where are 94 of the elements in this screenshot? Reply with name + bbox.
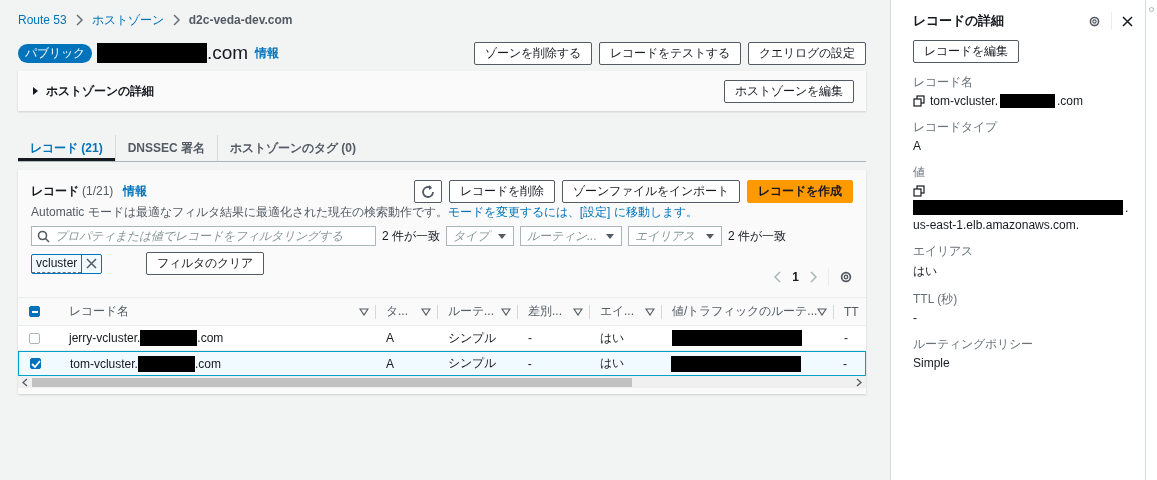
table-cell: - (527, 356, 532, 371)
description-text: Automatic モードは最適なフィルタ結果に最適化された現在の検索動作です。 (31, 205, 448, 219)
table-cell: はい (600, 329, 624, 347)
column-header[interactable]: 値/トラフィックのルーテ... (672, 303, 818, 320)
record-name: jerry-vcluster. (69, 331, 141, 345)
close-icon (1122, 15, 1133, 27)
field-value: tom-vcluster. (930, 94, 998, 108)
table-cell: - (528, 331, 532, 345)
record-name: .com (197, 331, 224, 345)
select-all-checkbox[interactable] (29, 306, 40, 317)
settings-icon (839, 270, 853, 284)
chevron-right-icon (856, 377, 862, 387)
caret-down-icon (605, 232, 615, 240)
match-count: 2 件が一致 (382, 227, 440, 245)
field-value: はい (913, 263, 937, 280)
table-row[interactable]: jerry-vcluster. .com A シンプル - はい - (18, 326, 866, 351)
refresh-icon (421, 184, 435, 199)
column-header[interactable]: エイ... (600, 303, 645, 320)
records-title: レコード (31, 183, 79, 200)
chevron-right-icon (809, 271, 818, 283)
field-label: TTL (秒) (913, 291, 959, 308)
action-button[interactable]: レコードをテストする (599, 41, 741, 65)
create-record-button[interactable]: レコードを作成 (747, 180, 853, 203)
row-checkbox[interactable] (29, 332, 40, 344)
column-header[interactable]: タ... (386, 303, 421, 320)
tab[interactable]: DNSSEC 署名 (115, 135, 219, 161)
field-label: ルーティングポリシー (913, 336, 1034, 353)
section-title[interactable]: ホストゾーンの詳細 (46, 82, 154, 100)
chevron-left-icon (773, 271, 783, 283)
sort-caret-icon (421, 307, 431, 316)
settings-link[interactable]: モードを変更するには、[設定] に移動します。 (447, 205, 698, 219)
search-field[interactable]: プロパティまたは値でレコードをフィルタリングする (31, 226, 376, 246)
chevron-right-icon (74, 14, 84, 26)
record-count: (1/21) (82, 184, 114, 198)
column-header[interactable]: レコード名 (69, 303, 359, 320)
column-header[interactable]: TT (844, 304, 861, 319)
record-name: tom-vcluster. (69, 356, 138, 371)
table-cell: A (386, 356, 395, 371)
field-label: 値 (913, 164, 926, 181)
field-label: レコード名 (913, 74, 974, 91)
search-icon (37, 229, 50, 243)
chevron-right-icon (171, 14, 181, 26)
action-button[interactable]: ゾーンファイルをインポート (562, 180, 740, 203)
field-value: . (1125, 200, 1129, 215)
page-number[interactable]: 1 (792, 270, 799, 284)
field-value: us-east-1.elb.amazonaws.com. (913, 218, 1081, 232)
table-cell: A (386, 331, 394, 345)
sort-caret-icon (573, 307, 583, 316)
close-icon (86, 258, 98, 269)
field-label: エイリアス (913, 243, 974, 260)
caret-down-icon (497, 232, 507, 240)
action-button[interactable]: ゾーンを削除する (474, 41, 592, 65)
zone-name: .com (207, 42, 249, 64)
field-value: .com (1057, 94, 1084, 108)
match-count: 2 件が一致 (728, 227, 787, 245)
refresh-button[interactable] (414, 180, 442, 203)
table-cell: - (844, 331, 848, 345)
copy-icon (913, 95, 925, 107)
record-name: .com (194, 356, 221, 371)
chevron-left-icon (22, 377, 28, 387)
field-value: Simple (913, 356, 950, 370)
breadcrumb-link[interactable]: Route 53 (18, 13, 67, 27)
info-link[interactable]: 情報 (255, 44, 280, 62)
info-link[interactable]: 情報 (123, 183, 148, 200)
copy-icon (913, 185, 925, 197)
tab[interactable]: レコード (21) (18, 135, 116, 161)
sort-caret-icon (359, 307, 369, 316)
row-checkbox[interactable] (30, 358, 41, 369)
field-label: レコードタイプ (913, 119, 999, 136)
settings-icon (1088, 14, 1101, 28)
sort-caret-icon (645, 307, 655, 316)
table-row[interactable]: tom-vcluster. .com A シンプル - はい - (18, 351, 866, 376)
column-header[interactable]: 差別... (528, 303, 573, 320)
horizontal-scrollbar[interactable] (18, 376, 866, 388)
table-cell: シンプル (448, 329, 496, 347)
edit-record-button[interactable]: レコードを編集 (913, 40, 1019, 63)
sort-caret-icon (501, 307, 511, 316)
edit-zone-button[interactable]: ホストゾーンを編集 (724, 79, 854, 103)
clear-filter-button[interactable]: フィルタのクリア (146, 252, 265, 275)
zone-type-badge: パブリック (18, 43, 92, 63)
token-label: vcluster (32, 254, 82, 273)
table-cell: シンプル (447, 355, 496, 372)
action-button[interactable]: レコードを削除 (449, 180, 555, 203)
field-value: - (913, 311, 917, 325)
breadcrumb-link[interactable]: ホストゾーン (91, 11, 164, 29)
table-cell: - (843, 356, 847, 371)
field-value: A (913, 139, 921, 153)
table-cell: はい (599, 355, 624, 372)
column-header[interactable]: ルーテ... (448, 303, 501, 320)
tab[interactable]: ホストゾーンのタグ (0) (218, 135, 369, 161)
action-button[interactable]: クエリログの設定 (748, 41, 866, 65)
sort-caret-icon (817, 307, 828, 316)
caret-down-icon (705, 232, 715, 240)
panel-title: レコードの詳細 (913, 12, 1004, 30)
